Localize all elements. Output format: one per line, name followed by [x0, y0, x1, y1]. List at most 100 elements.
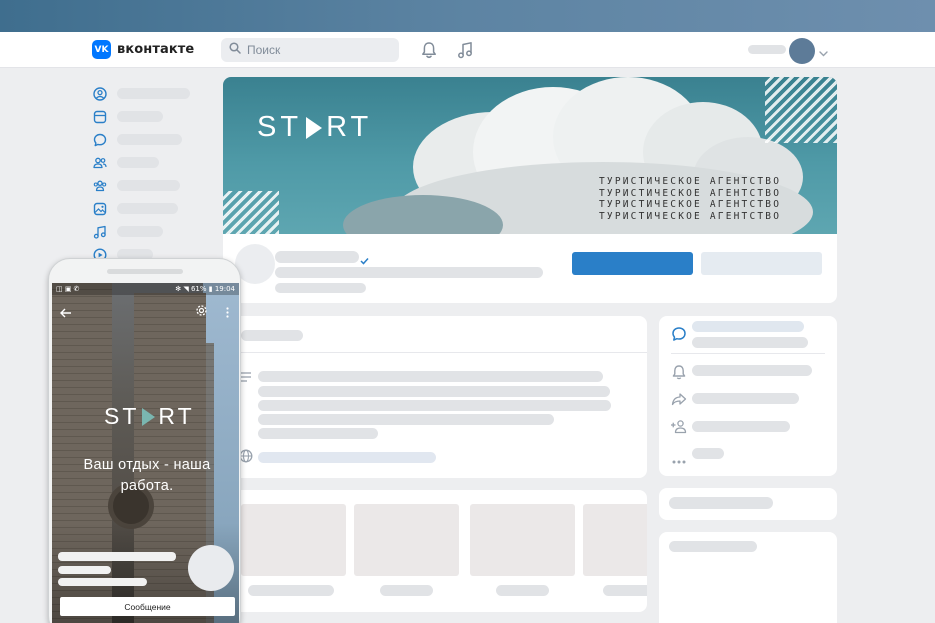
gear-icon[interactable]: [195, 304, 208, 322]
info-title-placeholder: [241, 330, 303, 341]
account-name-placeholder: [748, 45, 786, 54]
mobile-status-placeholder: [58, 566, 111, 574]
mobile-screen: ◫ ▣ ✆ ✻ ◥ 61% ▮ 19:04 ST RT Ваш отдых - …: [52, 283, 239, 623]
agency-line: ТУРИСТИЧЕСКОЕ АГЕНТСТВО: [599, 187, 782, 199]
sidebar-item-photos[interactable]: [92, 197, 192, 220]
sidebar-item-label: [117, 134, 182, 145]
community-status-placeholder: [275, 267, 543, 278]
sidebar-item-label: [117, 226, 163, 237]
description-line: [258, 428, 378, 439]
hatch-decoration: [223, 191, 279, 234]
vk-logo[interactable]: VK вконтакте: [92, 40, 194, 59]
bell-icon[interactable]: [671, 364, 687, 385]
info-card: [223, 316, 647, 478]
status-right-info: ✻ ◥ 61% ▮ 19:04: [175, 285, 235, 293]
sidebar-item-label: [117, 88, 190, 99]
side-widget-card: [659, 488, 837, 520]
photo-icon: [92, 201, 108, 217]
search-icon: [229, 41, 241, 59]
widget-title-placeholder: [669, 541, 757, 552]
description-line: [258, 414, 554, 425]
back-arrow-icon[interactable]: [60, 305, 72, 323]
globe-icon: [239, 449, 253, 468]
mobile-status-bar: ◫ ▣ ✆ ✻ ◥ 61% ▮ 19:04: [52, 283, 239, 295]
photo-thumbnail[interactable]: [241, 504, 346, 576]
message-icon: [92, 132, 108, 148]
avatar[interactable]: [789, 38, 815, 64]
photo-caption-placeholder: [380, 585, 433, 596]
sidebar-item-friends[interactable]: [92, 151, 192, 174]
photo-thumbnail[interactable]: [470, 504, 575, 576]
sidebar-item-label: [117, 111, 163, 122]
sidebar-item-news[interactable]: [92, 105, 192, 128]
subscribe-button[interactable]: [572, 252, 693, 275]
mobile-logo-right: RT: [158, 403, 195, 429]
action-label-placeholder: [692, 421, 790, 432]
status-left-icons: ◫ ▣ ✆: [56, 285, 80, 293]
friends-icon: [92, 155, 108, 171]
photo-caption-placeholder: [603, 585, 647, 596]
vk-logo-text: вконтакте: [117, 42, 195, 57]
start-logo-left: ST: [257, 111, 303, 143]
more-icon[interactable]: [672, 451, 686, 469]
vk-logo-badge: VK: [92, 40, 111, 59]
message-button[interactable]: [701, 252, 822, 275]
add-user-icon[interactable]: [670, 419, 688, 439]
sidebar-item-label: [117, 203, 178, 214]
action-label-placeholder: [692, 393, 799, 404]
search-box[interactable]: [221, 38, 399, 62]
message-icon[interactable]: [671, 326, 687, 347]
hatch-decoration: [765, 77, 837, 143]
start-logo: ST RT: [257, 111, 372, 144]
side-widget-card: [659, 532, 837, 623]
description-line: [258, 371, 603, 382]
widget-title-placeholder: [669, 497, 773, 509]
mobile-avatar[interactable]: [188, 545, 234, 591]
agency-line: ТУРИСТИЧЕСКОЕ АГЕНТСТВО: [599, 210, 782, 222]
photo-thumbnail[interactable]: [583, 504, 647, 576]
music-icon[interactable]: [455, 40, 475, 60]
agency-line: ТУРИСТИЧЕСКОЕ АГЕНТСТВО: [599, 176, 782, 187]
description-line: [258, 386, 610, 397]
sidebar-item-label: [117, 180, 180, 191]
news-icon: [92, 109, 108, 125]
website-link-placeholder[interactable]: [258, 452, 436, 463]
community-cover: ST RT ТУРИСТИЧЕСКОЕ АГЕНТСТВО ТУРИСТИЧЕС…: [223, 77, 837, 234]
actions-card: [659, 316, 837, 476]
mobile-slogan: Ваш отдых - наша работа.: [83, 457, 211, 494]
share-icon[interactable]: [671, 392, 687, 411]
user-circle-icon: [92, 86, 108, 102]
sidebar-item-profile[interactable]: [92, 82, 192, 105]
search-input[interactable]: [247, 43, 387, 57]
browser-background-strip: [0, 0, 935, 32]
photos-card: [223, 490, 647, 612]
divider: [223, 352, 647, 353]
community-header-card: [223, 234, 837, 303]
play-triangle-icon: [142, 407, 156, 426]
photo-caption-placeholder: [248, 585, 334, 596]
photo-thumbnail[interactable]: [354, 504, 459, 576]
left-sidebar: [92, 82, 192, 266]
start-logo-right: RT: [326, 111, 373, 143]
sidebar-item-messages[interactable]: [92, 128, 192, 151]
description-line: [258, 400, 611, 411]
mobile-message-button[interactable]: Сообщение: [60, 597, 235, 616]
action-label-placeholder: [692, 448, 724, 459]
community-name-placeholder: [275, 251, 359, 263]
sidebar-item-label: [117, 157, 159, 168]
agency-line: ТУРИСТИЧЕСКОЕ АГЕНТСТВО: [599, 199, 782, 210]
mobile-meta-placeholder: [58, 578, 147, 586]
action-label-placeholder: [692, 365, 812, 376]
mobile-phone-mockup: ◫ ▣ ✆ ✻ ◥ 61% ▮ 19:04 ST RT Ваш отдых - …: [48, 258, 241, 623]
mobile-name-placeholder: [58, 552, 176, 561]
chevron-down-icon[interactable]: [819, 44, 828, 62]
community-avatar[interactable]: [235, 244, 275, 284]
photo-caption-placeholder: [496, 585, 549, 596]
sidebar-item-communities[interactable]: [92, 174, 192, 197]
more-vertical-icon[interactable]: [226, 305, 229, 323]
community-meta-placeholder: [275, 283, 366, 293]
sidebar-item-music[interactable]: [92, 220, 192, 243]
music-icon: [92, 224, 108, 240]
mobile-start-logo: ST RT: [104, 403, 195, 430]
bell-icon[interactable]: [419, 40, 439, 60]
